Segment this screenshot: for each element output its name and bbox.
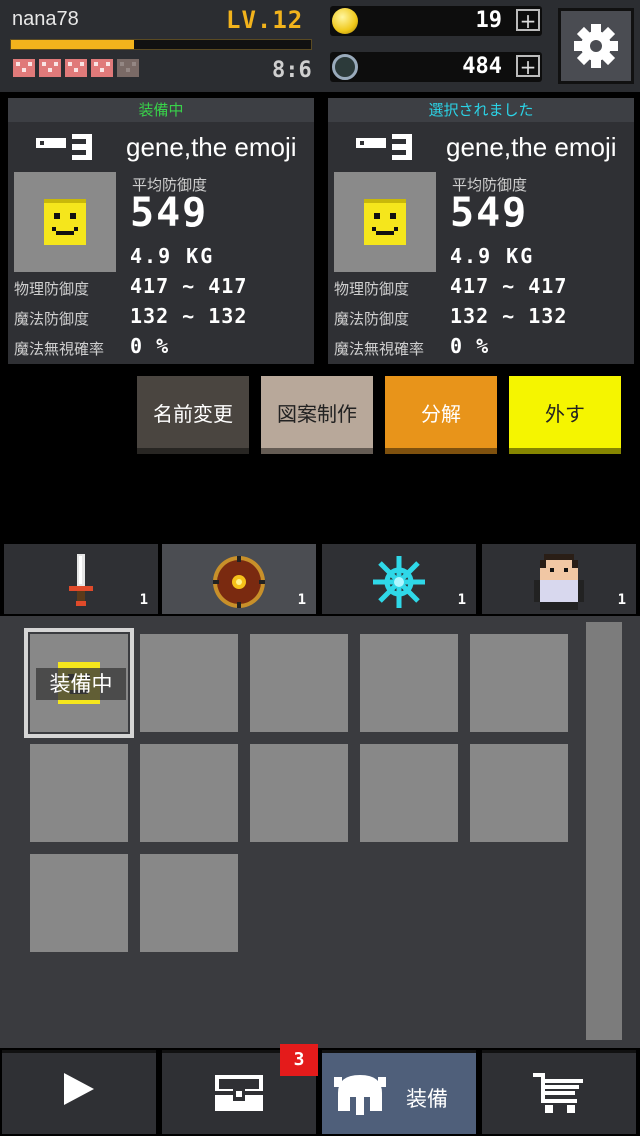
tab-count: 1 bbox=[617, 592, 626, 608]
nav-play[interactable] bbox=[2, 1050, 156, 1134]
tab-count: 1 bbox=[139, 592, 148, 608]
gold-counter: 19 + bbox=[330, 6, 542, 36]
stat-row: 魔法防御度 132 ~ 132 bbox=[334, 304, 634, 330]
level-3-badge-icon bbox=[356, 134, 412, 160]
stat-value: 0 % bbox=[130, 334, 170, 358]
inventory-slot-equipped[interactable]: 装備中 bbox=[24, 628, 134, 738]
selected-item-card: 選択されました gene,the emoji 平均防御度 549 4.9 KG … bbox=[328, 98, 634, 364]
stat-label: 魔法無視確率 bbox=[14, 340, 105, 358]
inventory-scrollbar[interactable] bbox=[586, 622, 622, 1040]
stat-row: 魔法防御度 132 ~ 132 bbox=[14, 304, 314, 330]
inventory-slot[interactable] bbox=[360, 744, 458, 842]
stat-value: 132 ~ 132 bbox=[450, 304, 568, 328]
tab-rune[interactable]: 1 bbox=[322, 544, 476, 614]
nav-equipment-label: 装備 bbox=[406, 1087, 448, 1111]
hearts-row bbox=[12, 56, 142, 82]
heart-full-icon bbox=[91, 59, 113, 77]
emoji-face-icon bbox=[44, 199, 86, 245]
heart-full-icon bbox=[65, 59, 87, 77]
heart-full-icon bbox=[39, 59, 61, 77]
tab-count: 1 bbox=[457, 592, 466, 608]
gem-icon bbox=[332, 54, 358, 80]
nav-shop[interactable] bbox=[482, 1050, 636, 1134]
item-name: gene,the emoji bbox=[126, 132, 297, 162]
gem-amount: 484 bbox=[462, 54, 502, 79]
inventory-slot[interactable] bbox=[140, 634, 238, 732]
stat-label: 魔法防御度 bbox=[334, 310, 410, 328]
gear-icon bbox=[574, 24, 618, 68]
avg-defense-value: 549 bbox=[130, 190, 209, 236]
sword-icon bbox=[69, 554, 93, 606]
stat-row: 魔法無視確率 0 % bbox=[334, 334, 634, 360]
avg-defense-value: 549 bbox=[450, 190, 529, 236]
stat-label: 物理防御度 bbox=[14, 280, 90, 298]
stat-label: 魔法無視確率 bbox=[334, 340, 425, 358]
inventory-slot[interactable] bbox=[30, 854, 128, 952]
stat-value: 417 ~ 417 bbox=[130, 274, 248, 298]
stat-label: 物理防御度 bbox=[334, 280, 410, 298]
helmet-icon bbox=[334, 1075, 386, 1115]
tab-character[interactable]: 1 bbox=[482, 544, 636, 614]
unequip-button[interactable]: 外す bbox=[509, 376, 621, 454]
item-thumbnail bbox=[14, 172, 116, 272]
heart-empty-icon bbox=[117, 59, 139, 77]
xp-bar-fill bbox=[11, 40, 134, 49]
inventory-slot[interactable] bbox=[30, 744, 128, 842]
settings-button[interactable] bbox=[558, 8, 634, 84]
tab-count: 1 bbox=[297, 592, 306, 608]
item-weight: 4.9 KG bbox=[450, 244, 535, 268]
rename-button[interactable]: 名前変更 bbox=[137, 376, 249, 454]
heart-full-icon bbox=[13, 59, 35, 77]
snowflake-rune-icon bbox=[373, 556, 425, 608]
stat-value: 417 ~ 417 bbox=[450, 274, 568, 298]
inventory-slot[interactable] bbox=[250, 634, 348, 732]
shield-icon bbox=[213, 556, 265, 608]
tab-weapon[interactable]: 1 bbox=[4, 544, 158, 614]
level-3-badge-icon bbox=[36, 134, 92, 160]
stat-value: 0 % bbox=[450, 334, 490, 358]
inventory-slot[interactable] bbox=[140, 854, 238, 952]
inventory-slot[interactable] bbox=[360, 634, 458, 732]
nav-equipment[interactable]: 装備 bbox=[322, 1050, 476, 1134]
gem-counter: 484 + bbox=[330, 52, 542, 82]
stat-label: 魔法防御度 bbox=[14, 310, 90, 328]
item-weight: 4.9 KG bbox=[130, 244, 215, 268]
equipped-item-card: 装備中 gene,the emoji 平均防御度 549 4.9 KG 物理防御… bbox=[8, 98, 314, 364]
add-gem-button[interactable]: + bbox=[516, 55, 540, 77]
stat-row: 物理防御度 417 ~ 417 bbox=[14, 274, 314, 300]
inventory-panel: 装備中 bbox=[0, 616, 640, 1048]
gold-coin-icon bbox=[332, 8, 358, 34]
tab-armor[interactable]: 1 bbox=[162, 544, 316, 614]
stat-value: 132 ~ 132 bbox=[130, 304, 248, 328]
gold-amount: 19 bbox=[475, 8, 503, 33]
energy-timer: 8:6 bbox=[272, 58, 312, 83]
shopping-cart-icon bbox=[533, 1073, 583, 1113]
chest-notification-badge: 3 bbox=[280, 1044, 318, 1076]
equipped-tag: 装備中 bbox=[36, 668, 126, 700]
add-gold-button[interactable]: + bbox=[516, 9, 540, 31]
dismantle-button[interactable]: 分解 bbox=[385, 376, 497, 454]
play-icon bbox=[64, 1073, 94, 1105]
inventory-slot[interactable] bbox=[470, 744, 568, 842]
emoji-face-icon bbox=[364, 199, 406, 245]
item-thumbnail bbox=[334, 172, 436, 272]
pattern-create-button[interactable]: 図案制作 bbox=[261, 376, 373, 454]
inventory-slot[interactable] bbox=[250, 744, 348, 842]
inventory-slot[interactable] bbox=[470, 634, 568, 732]
xp-bar bbox=[10, 39, 312, 50]
stat-row: 物理防御度 417 ~ 417 bbox=[334, 274, 634, 300]
stat-row: 魔法無視確率 0 % bbox=[14, 334, 314, 360]
item-name: gene,the emoji bbox=[446, 132, 617, 162]
username: nana78 bbox=[12, 8, 79, 30]
inventory-slot[interactable] bbox=[140, 744, 238, 842]
selected-card-header: 選択されました bbox=[328, 98, 634, 122]
treasure-chest-icon bbox=[215, 1075, 263, 1111]
equipped-card-header: 装備中 bbox=[8, 98, 314, 122]
character-icon bbox=[534, 554, 584, 610]
player-level: LV.12 bbox=[226, 6, 304, 34]
